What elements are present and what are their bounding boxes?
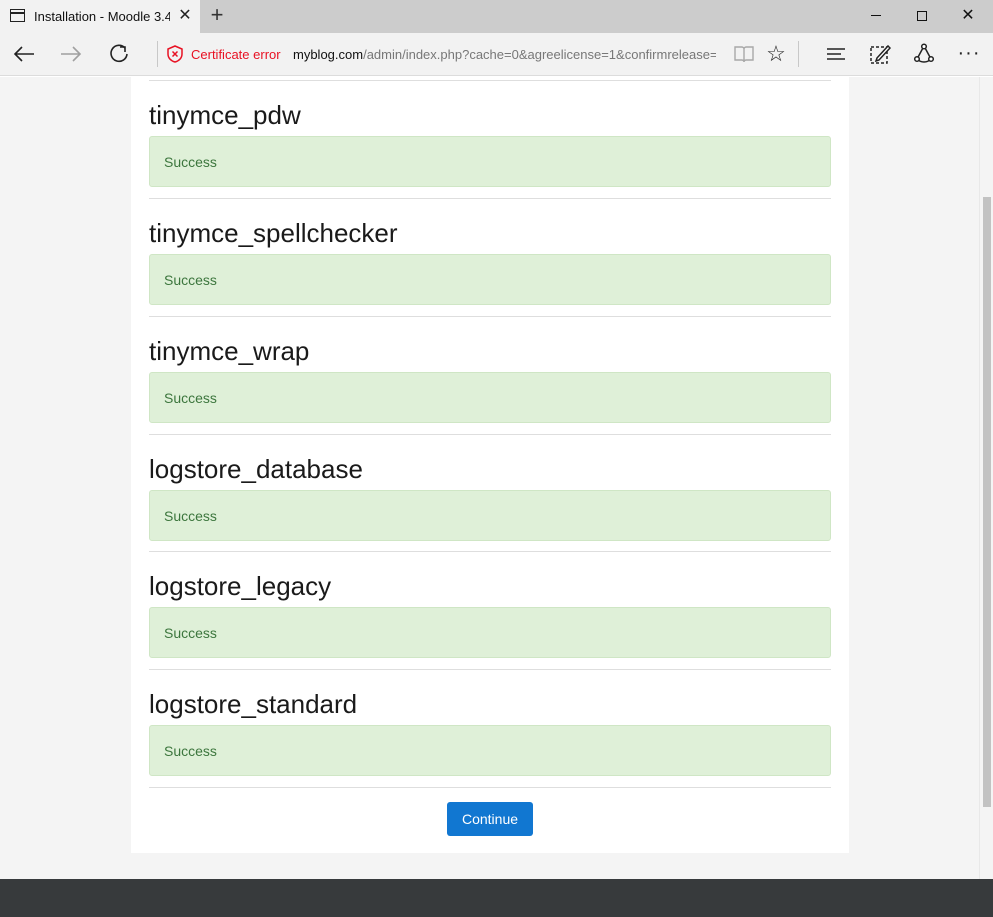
star-icon[interactable]: ☆ — [764, 41, 788, 67]
plugin-heading: logstore_standard — [149, 689, 358, 719]
close-icon[interactable]: ✕ — [176, 6, 194, 26]
success-alert: Success — [149, 372, 831, 423]
success-message: Success — [164, 272, 217, 288]
success-message: Success — [164, 743, 217, 759]
divider — [798, 41, 799, 67]
divider — [149, 316, 831, 317]
certificate-warning-icon[interactable] — [167, 45, 183, 63]
url-host: myblog.com — [293, 47, 364, 62]
share-icon[interactable] — [913, 43, 935, 65]
close-window-icon[interactable]: ✕ — [945, 0, 991, 33]
web-note-icon[interactable] — [869, 43, 891, 65]
url-field[interactable]: myblog.com/admin/index.php?cache=0&agree… — [293, 47, 716, 62]
tab-page-icon — [10, 9, 25, 22]
continue-button[interactable]: Continue — [447, 802, 533, 836]
success-message: Success — [164, 154, 217, 170]
browser-tab[interactable]: Installation - Moodle 3.4 ✕ — [0, 0, 200, 33]
scrollbar-thumb[interactable] — [983, 197, 991, 807]
plugin-heading: tinymce_pdw — [149, 100, 301, 130]
divider — [149, 551, 831, 552]
divider — [149, 669, 831, 670]
success-alert: Success — [149, 136, 831, 187]
success-alert: Success — [149, 254, 831, 305]
divider — [149, 787, 831, 788]
success-alert: Success — [149, 725, 831, 776]
url-path: /admin/index.php?cache=0&agreelicense=1&… — [363, 47, 716, 62]
forward-arrow-icon[interactable] — [55, 39, 87, 69]
minimize-icon[interactable] — [853, 0, 899, 33]
plugin-heading: tinymce_spellchecker — [149, 218, 398, 248]
divider — [157, 41, 158, 67]
more-icon[interactable]: ··· — [955, 39, 983, 69]
success-message: Success — [164, 390, 217, 406]
tab-title: Installation - Moodle 3.4 — [34, 9, 170, 24]
title-bar: Installation - Moodle 3.4 ✕ + ✕ — [0, 0, 993, 33]
certificate-error-label[interactable]: Certificate error — [191, 47, 281, 62]
page-viewport: tinymce_pdw Success tinymce_spellchecker… — [0, 77, 993, 917]
success-message: Success — [164, 508, 217, 524]
content-card: tinymce_pdw Success tinymce_spellchecker… — [131, 77, 849, 853]
divider — [149, 80, 831, 81]
back-arrow-icon[interactable] — [8, 39, 40, 69]
plugin-heading: logstore_database — [149, 454, 363, 484]
divider — [149, 434, 831, 435]
scrollbar[interactable] — [979, 77, 993, 879]
address-bar: Certificate error myblog.com/admin/index… — [0, 33, 993, 76]
plus-icon[interactable]: + — [205, 4, 229, 28]
success-alert: Success — [149, 490, 831, 541]
plugin-heading: logstore_legacy — [149, 571, 332, 601]
page-footer — [0, 879, 993, 917]
maximize-icon[interactable] — [899, 0, 945, 33]
divider — [149, 198, 831, 199]
reading-view-icon[interactable] — [733, 44, 755, 64]
plugin-heading: tinymce_wrap — [149, 336, 310, 366]
success-message: Success — [164, 625, 217, 641]
hub-icon[interactable] — [825, 45, 847, 63]
success-alert: Success — [149, 607, 831, 658]
refresh-icon[interactable] — [103, 39, 135, 69]
